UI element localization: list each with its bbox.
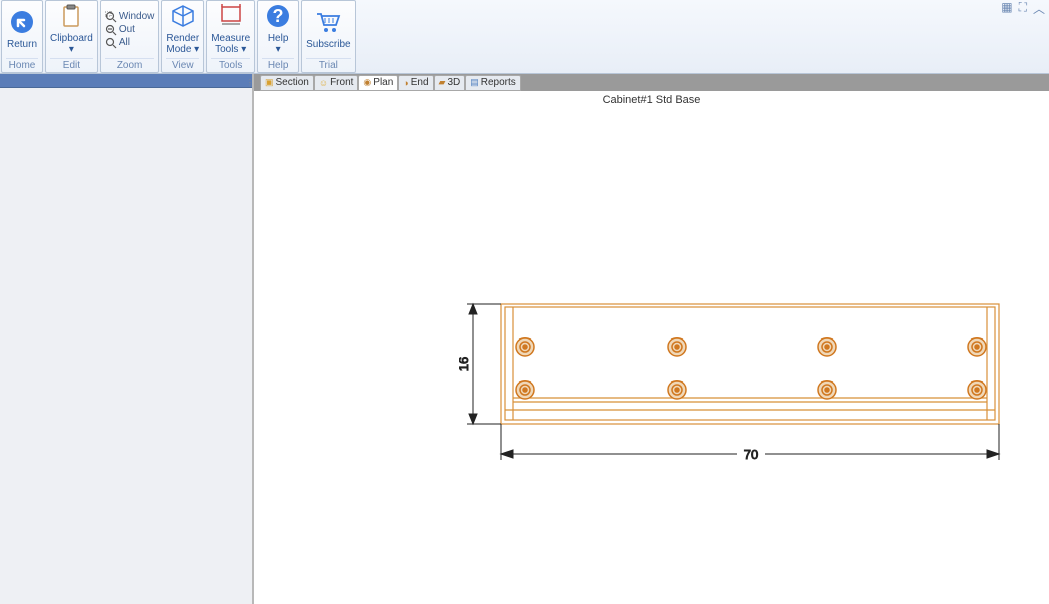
subscribe-group[interactable]: Subscribe Trial [301, 0, 355, 73]
tab-reports-label: Reports [481, 77, 516, 88]
clipboard-label: Clipboard▾ [50, 33, 93, 55]
clipboard-icon [61, 4, 81, 33]
zoom-window-button[interactable]: Window [105, 11, 155, 23]
side-panel: ⋮ [0, 74, 254, 604]
return-group[interactable]: Return Home [1, 0, 43, 73]
drawing-canvas[interactable]: ▣ Section ☺ Front ◉ Plan ◑ End ▰ 3D ▤ Re… [254, 74, 1049, 604]
ribbon-toolbar: Return Home Clipboard▾ Edit Window Out A… [0, 0, 1049, 74]
render-group[interactable]: RenderMode ▾ View [161, 0, 204, 73]
side-panel-header[interactable] [0, 74, 252, 88]
tools-group-name: Tools [211, 58, 250, 71]
home-group-name: Home [6, 58, 38, 71]
tab-plan-label: Plan [373, 77, 393, 88]
cart-icon [315, 10, 341, 39]
expand-icon[interactable]: ⛶ [1019, 0, 1027, 17]
splitter-grip-icon[interactable]: ⋮ [246, 78, 254, 87]
reports-tab-icon: ▤ [470, 77, 479, 88]
measure-group[interactable]: MeasureTools ▾ Tools [206, 0, 255, 73]
zoom-all-button[interactable]: All [105, 37, 130, 49]
return-arrow-icon [10, 10, 34, 39]
svg-text:16: 16 [459, 357, 471, 371]
front-tab-icon: ☺ [319, 78, 328, 88]
plan-tab-icon: ◉ [363, 77, 371, 88]
tab-end-label: End [411, 77, 429, 88]
zoom-group-name: Zoom [105, 58, 155, 71]
end-tab-icon: ◑ [403, 78, 408, 88]
render-label: RenderMode ▾ [166, 33, 199, 55]
tab-plan[interactable]: ◉ Plan [358, 75, 398, 91]
tab-section[interactable]: ▣ Section [260, 75, 314, 91]
grid-icon[interactable]: ▦ [1001, 0, 1012, 17]
document-title: Cabinet#1 Std Base [254, 94, 1049, 106]
tab-3d-label: 3D [447, 77, 460, 88]
titlebar-controls: ▦ ⛶ ︿ [1001, 0, 1045, 17]
measure-label: MeasureTools ▾ [211, 33, 250, 55]
tab-front-label: Front [330, 77, 353, 88]
return-label: Return [7, 39, 37, 50]
section-tab-icon: ▣ [265, 77, 274, 88]
tab-3d[interactable]: ▰ 3D [434, 75, 466, 91]
svg-text:70: 70 [744, 447, 758, 462]
main-area: ⋮ ▣ Section ☺ Front ◉ Plan ◑ End ▰ 3D [0, 74, 1049, 604]
clipboard-group[interactable]: Clipboard▾ Edit [45, 0, 98, 73]
tab-front[interactable]: ☺ Front [314, 75, 359, 91]
cube-icon [171, 4, 195, 33]
trial-group-name: Trial [306, 58, 350, 71]
d3-tab-icon: ▰ [439, 77, 446, 88]
help-label: Help▾ [268, 33, 289, 55]
help-group-name: Help [262, 58, 294, 71]
edit-group-name: Edit [50, 58, 93, 71]
view-tabs-bar: ▣ Section ☺ Front ◉ Plan ◑ End ▰ 3D ▤ Re… [254, 74, 1049, 91]
svg-text:?: ? [273, 6, 284, 26]
tab-section-label: Section [276, 77, 309, 88]
tab-end[interactable]: ◑ End [398, 75, 433, 91]
zoom-out-button[interactable]: Out [105, 24, 135, 36]
view-group-name: View [166, 58, 199, 71]
chevron-up-icon[interactable]: ︿ [1033, 0, 1045, 17]
help-group[interactable]: ? Help▾ Help [257, 0, 299, 73]
zoom-group: Window Out All Zoom [100, 0, 160, 73]
help-icon: ? [266, 4, 290, 33]
tab-reports[interactable]: ▤ Reports [465, 75, 521, 91]
plan-drawing: 16 70 [459, 302, 1019, 502]
subscribe-label: Subscribe [306, 39, 350, 50]
measure-icon [219, 4, 243, 33]
